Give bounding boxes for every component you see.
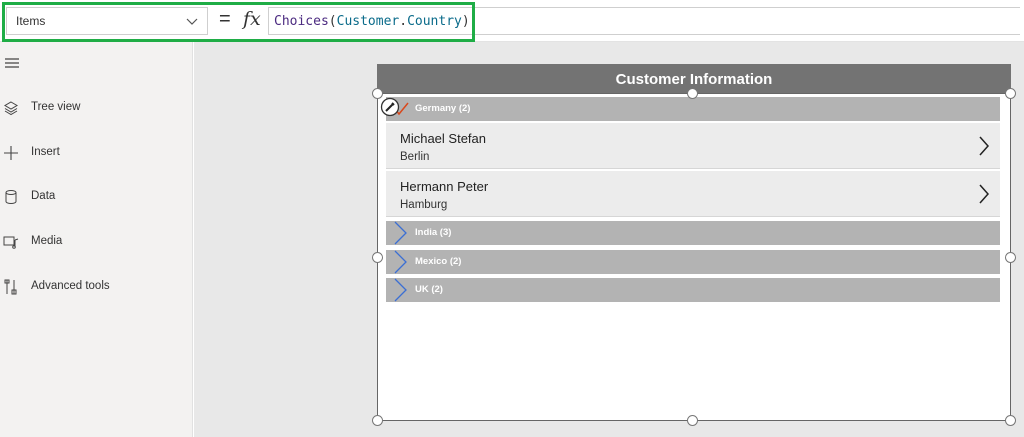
resize-handle-bottom-right[interactable] — [1005, 415, 1016, 426]
sidebar-item-label: Media — [31, 235, 63, 247]
layers-icon — [4, 101, 18, 116]
canvas-edge — [1016, 42, 1024, 437]
sidebar-item-media[interactable]: Media — [0, 226, 193, 258]
hamburger-menu-icon[interactable] — [4, 56, 20, 70]
resize-handle-right[interactable] — [1005, 252, 1016, 263]
sidebar-item-insert[interactable]: Insert — [0, 137, 193, 169]
sidebar-item-tree-view[interactable]: Tree view — [0, 92, 193, 124]
resize-handle-top-left[interactable] — [372, 88, 383, 99]
resize-handle-left[interactable] — [372, 252, 383, 263]
tools-icon — [4, 279, 17, 295]
sidebar-item-label: Data — [31, 190, 56, 202]
resize-handle-top[interactable] — [687, 88, 698, 99]
resize-handle-top-right[interactable] — [1005, 88, 1016, 99]
gallery-selection-frame — [377, 93, 1011, 421]
media-icon — [3, 236, 19, 249]
plus-icon — [4, 146, 18, 160]
highlight-box — [2, 2, 475, 42]
left-sidebar: Tree view Insert Data Media Advanced too… — [0, 42, 193, 437]
database-icon — [5, 190, 17, 204]
resize-handle-bottom-left[interactable] — [372, 415, 383, 426]
sidebar-item-data[interactable]: Data — [0, 181, 193, 213]
sidebar-item-advanced-tools[interactable]: Advanced tools — [0, 271, 193, 303]
sidebar-item-label: Advanced tools — [31, 280, 110, 292]
resize-handle-bottom[interactable] — [687, 415, 698, 426]
sidebar-item-label: Tree view — [31, 101, 81, 113]
formula-bar: Items = fx Choices(Customer. Country) — [0, 0, 1024, 42]
sidebar-item-label: Insert — [31, 146, 60, 158]
